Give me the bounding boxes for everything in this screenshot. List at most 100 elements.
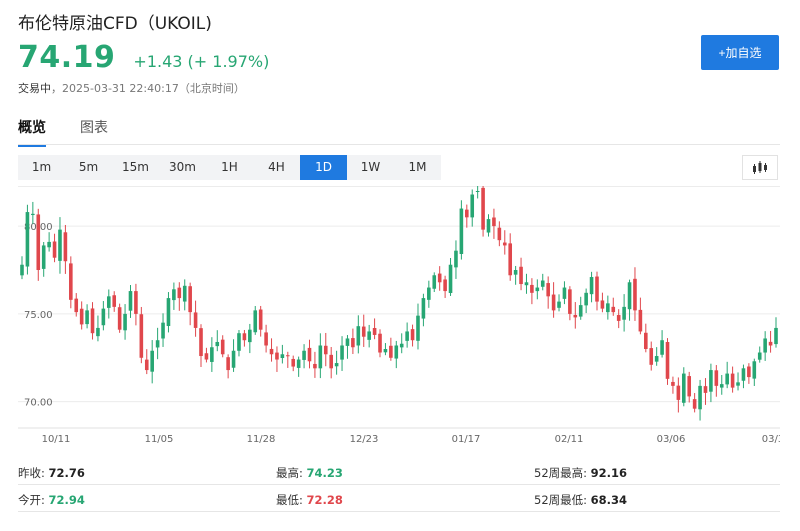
candle-body — [58, 229, 62, 261]
candle-body — [106, 296, 111, 308]
candle-body — [654, 356, 659, 362]
candle-body — [432, 275, 437, 289]
candle-body — [193, 312, 198, 328]
candle-body — [448, 264, 453, 294]
candle-body — [573, 314, 578, 318]
candle-body — [616, 315, 621, 321]
candle-body — [719, 384, 724, 388]
candle-body — [562, 287, 567, 299]
candle-body — [313, 363, 317, 369]
candle-body — [443, 279, 447, 292]
chart-type-button[interactable] — [742, 155, 778, 180]
tab-chart[interactable]: 图表 — [80, 117, 108, 147]
candle-body — [41, 245, 46, 269]
candle-body — [215, 341, 220, 347]
candle-body — [188, 286, 192, 313]
candle-body — [161, 322, 165, 339]
main-tabs: 概览 图表 — [18, 117, 142, 147]
status-separator: ， — [51, 82, 62, 95]
candle-body — [155, 340, 160, 348]
period-1m[interactable]: 1m — [18, 155, 65, 180]
period-4h[interactable]: 4H — [253, 155, 300, 180]
candle-body — [389, 345, 393, 358]
candle-body — [356, 326, 361, 346]
period-1mo[interactable]: 1M — [394, 155, 441, 180]
candle-body — [644, 332, 648, 349]
candle-body — [665, 342, 670, 379]
candle-body — [535, 287, 540, 292]
price-chart[interactable]: 80.0075.0070.0010/1111/0511/2812/2301/17… — [18, 186, 780, 448]
tab-overview[interactable]: 概览 — [18, 117, 46, 147]
candle-body — [519, 266, 523, 285]
candle-body — [459, 208, 464, 254]
candle-body — [280, 354, 285, 359]
candle-body — [730, 373, 735, 388]
x-tick-label: 03/06 — [657, 434, 686, 445]
candle-body — [182, 285, 187, 302]
period-1w[interactable]: 1W — [347, 155, 394, 180]
candle-body — [714, 370, 719, 386]
candle-body — [177, 287, 182, 299]
candle-body — [546, 283, 550, 297]
add-watchlist-button[interactable]: +加自选 — [701, 35, 779, 70]
period-15m[interactable]: 15m — [112, 155, 159, 180]
candle-body — [481, 187, 485, 230]
candle-body — [394, 345, 399, 359]
candle-body — [540, 280, 545, 287]
period-30m[interactable]: 30m — [159, 155, 206, 180]
candle-body — [226, 357, 230, 371]
candle-body — [568, 289, 572, 314]
candle-body — [492, 217, 496, 227]
trading-status: 交易中，2025-03-31 22:40:17（北京时间） — [18, 80, 245, 96]
candle-body — [502, 242, 507, 246]
period-1h[interactable]: 1H — [206, 155, 253, 180]
open-label: 今开: — [18, 493, 45, 507]
candle-body — [20, 264, 24, 276]
candle-body — [79, 308, 84, 325]
candle-body — [144, 359, 149, 371]
candle-body — [150, 350, 154, 372]
candle-body — [340, 345, 344, 360]
candle-body — [231, 350, 236, 368]
high-value: 74.23 — [306, 466, 343, 480]
tabs-divider — [18, 144, 780, 145]
prev-close-value: 72.76 — [48, 466, 85, 480]
candle-body — [703, 386, 708, 393]
low-label: 最低: — [276, 493, 303, 507]
candle-body — [351, 338, 355, 348]
prev-close-label: 昨收: — [18, 466, 45, 480]
candle-body — [470, 194, 475, 218]
candle-body — [497, 227, 502, 241]
candle-body — [36, 214, 41, 270]
candle-body — [611, 306, 616, 313]
candle-body — [204, 353, 209, 360]
candle-body — [52, 241, 57, 258]
candle-body — [606, 303, 610, 313]
candle-body — [600, 300, 605, 309]
candle-body — [90, 308, 95, 334]
candle-body — [578, 305, 583, 317]
x-tick-label: 11/05 — [145, 434, 174, 445]
x-tick-label: 11/28 — [247, 434, 276, 445]
candle-body — [725, 373, 729, 385]
wk52-high-value: 92.16 — [590, 466, 628, 480]
wk52-high-label: 52周最高: — [534, 466, 588, 480]
candlestick-icon — [753, 160, 767, 174]
period-1d[interactable]: 1D — [300, 155, 347, 180]
candle-body — [31, 213, 35, 216]
candle-body — [551, 294, 556, 311]
price-row: 74.19 +1.43 (+ 1.97%) — [18, 40, 269, 75]
period-5m[interactable]: 5m — [65, 155, 112, 180]
candle-body — [74, 298, 79, 313]
candle-body — [475, 191, 480, 192]
price-change: +1.43 (+ 1.97%) — [133, 52, 270, 71]
candle-body — [530, 284, 534, 293]
candle-body — [237, 333, 241, 351]
instrument-title: 布伦特原油CFD（UKOIL) — [18, 14, 212, 34]
candle-body — [345, 338, 350, 346]
timestamp: 2025-03-31 22:40:17（北京时间） — [62, 82, 245, 95]
candle-body — [763, 338, 767, 353]
candle-body — [399, 343, 404, 348]
candle-body — [589, 277, 594, 295]
candle-body — [117, 307, 122, 330]
